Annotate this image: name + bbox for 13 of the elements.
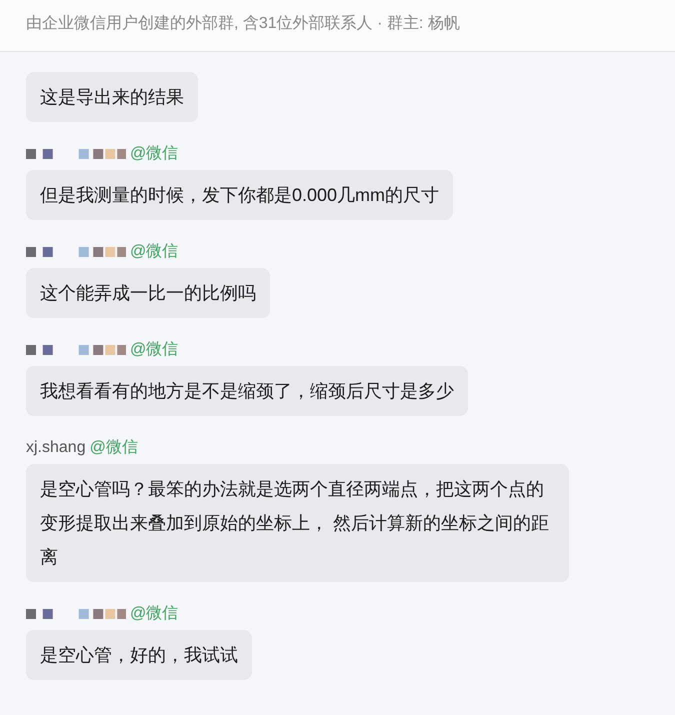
wechat-tag: @微信 bbox=[90, 438, 138, 458]
message-bubble: 但是我测量的时候，发下你都是0.000几mm的尺寸 bbox=[26, 170, 454, 220]
message-bubble: 我想看看有的地方是不是缩颈了，缩颈后尺寸是多少 bbox=[26, 366, 468, 416]
wechat-tag: @微信 bbox=[130, 604, 178, 624]
sender-name: xj.shang bbox=[26, 438, 86, 458]
message-bubble: 是空心管，好的，我试试 bbox=[26, 630, 252, 680]
group-subtitle: 由企业微信用户创建的外部群, 含31位外部联系人 · 群主: 杨帆 bbox=[26, 15, 460, 33]
wechat-tag: @微信 bbox=[130, 340, 178, 360]
wechat-tag: @微信 bbox=[130, 242, 178, 262]
message-bubble: 这个能弄成一比一的比例吗 bbox=[26, 268, 270, 318]
message-bubble: 是空心管吗？最笨的办法就是选两个直径两端点，把这两个点的变形提取出来叠加到原始的坐标上， 然后计算新的坐标之间的距离 bbox=[26, 464, 569, 582]
message-bubble: 这是导出来的结果 bbox=[26, 72, 198, 122]
wechat-tag: @微信 bbox=[130, 144, 178, 164]
